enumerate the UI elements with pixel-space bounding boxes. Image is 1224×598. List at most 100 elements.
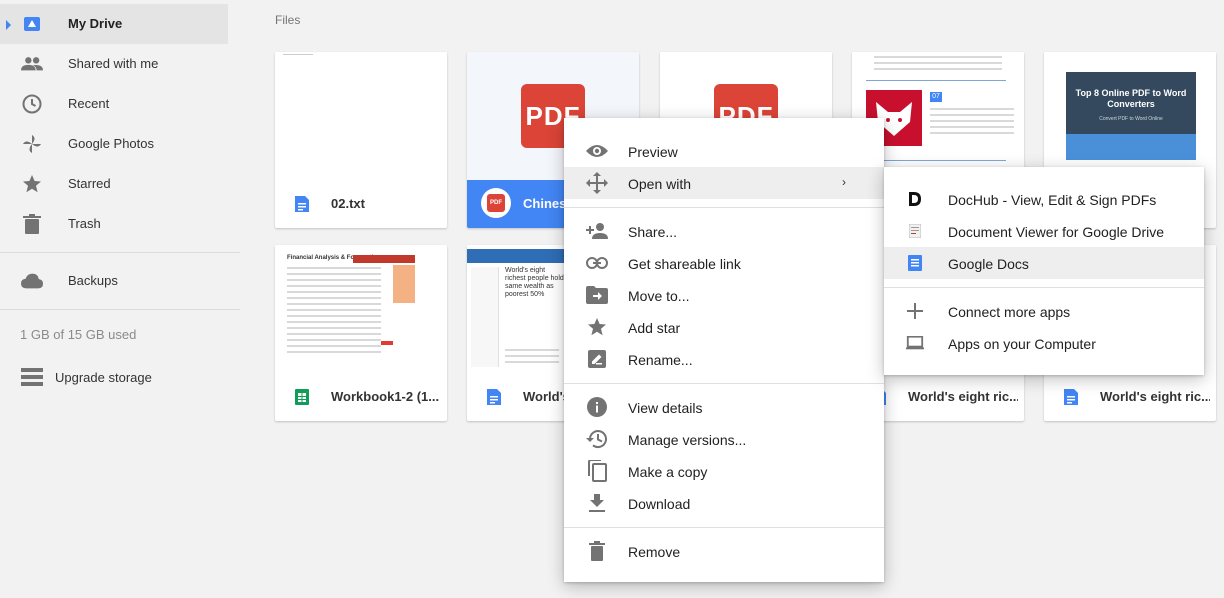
file-thumbnail [275, 52, 447, 180]
file-card[interactable]: Financial Analysis & Forecasting Workboo… [275, 245, 447, 421]
pinwheel-icon [21, 133, 43, 155]
menu-divider [564, 207, 884, 208]
sidebar-item-label: Google Photos [68, 136, 155, 151]
file-name: 02.txt [331, 196, 365, 211]
link-icon [586, 252, 608, 274]
menu-item-label: View details [628, 400, 703, 416]
submenu-item-document-viewer[interactable]: Document Viewer for Google Drive [884, 215, 1204, 247]
dochub-icon [906, 190, 924, 208]
trash-icon [586, 540, 608, 562]
menu-item-label: Open with [628, 176, 692, 192]
submenu-item-apps-on-computer[interactable]: Apps on your Computer [884, 327, 1204, 359]
menu-item-label: Preview [628, 144, 678, 160]
section-title: Files [275, 13, 301, 27]
article-headline: World's eight richest people hold same w… [505, 267, 564, 298]
google-docs-icon [487, 389, 503, 405]
document-viewer-icon [906, 222, 924, 240]
google-docs-icon [906, 254, 924, 272]
sidebar-item-backups[interactable]: Backups [0, 261, 228, 301]
laptop-icon [906, 334, 924, 352]
menu-divider [564, 527, 884, 528]
star-icon [21, 173, 43, 195]
submenu-item-label: Document Viewer for Google Drive [948, 224, 1165, 240]
menu-item-preview[interactable]: Preview [564, 135, 884, 167]
cloud-icon [21, 270, 43, 292]
clock-icon [21, 93, 43, 115]
sidebar-item-my-drive[interactable]: My Drive [0, 4, 228, 44]
menu-item-remove[interactable]: Remove [564, 535, 884, 567]
menu-item-label: Rename... [628, 352, 693, 368]
sidebar-item-label: Starred [68, 176, 111, 191]
menu-item-rename[interactable]: Rename... [564, 343, 884, 375]
banner-title: Top 8 Online PDF to Word Converters [1075, 88, 1187, 109]
google-sheets-icon [295, 389, 311, 405]
submenu-item-label: Google Docs [948, 256, 1029, 272]
sidebar-item-label: Backups [68, 273, 118, 288]
sidebar-item-label: My Drive [68, 16, 123, 31]
drive-icon [21, 13, 43, 35]
submenu-item-label: Apps on your Computer [948, 336, 1096, 352]
menu-item-manage-versions[interactable]: Manage versions... [564, 423, 884, 455]
person-add-icon [586, 220, 608, 242]
menu-item-label: Manage versions... [628, 432, 747, 448]
sidebar-item-shared-with-me[interactable]: Shared with me [0, 44, 228, 84]
sidebar-item-starred[interactable]: Starred [0, 164, 228, 204]
menu-item-label: Share... [628, 224, 678, 240]
people-icon [21, 53, 43, 75]
move-arrows-icon [586, 172, 608, 194]
menu-item-add-star[interactable]: Add star [564, 311, 884, 343]
copy-icon [586, 460, 608, 482]
submenu-divider [884, 287, 1204, 288]
file-thumbnail: Financial Analysis & Forecasting [275, 245, 447, 373]
star-icon [586, 316, 608, 338]
sidebar-item-google-photos[interactable]: Google Photos [0, 124, 228, 164]
sidebar-divider [0, 252, 240, 253]
menu-item-share[interactable]: Share... [564, 215, 884, 247]
sidebar: My Drive Shared with me Recent Google Ph… [0, 0, 240, 598]
menu-item-move-to[interactable]: Move to... [564, 279, 884, 311]
folder-move-icon [586, 284, 608, 306]
menu-item-open-with[interactable]: Open with › [564, 167, 884, 199]
menu-item-label: Download [628, 496, 691, 512]
pencil-icon [586, 348, 608, 370]
menu-item-get-shareable-link[interactable]: Get shareable link [564, 247, 884, 279]
file-name: Workbook1-2 (1... [331, 389, 440, 404]
submenu-item-label: DocHub - View, Edit & Sign PDFs [948, 192, 1157, 208]
submenu-item-google-docs[interactable]: Google Docs [884, 247, 1204, 279]
upgrade-storage-label: Upgrade storage [55, 370, 152, 385]
context-menu: Preview Open with › Share... Get shareab… [564, 118, 884, 582]
google-docs-icon [295, 196, 311, 212]
file-name: World's eight ric... [1100, 389, 1210, 404]
sidebar-item-trash[interactable]: Trash [0, 204, 228, 244]
article-banner: Top 8 Online PDF to Word Converters Conv… [1066, 72, 1196, 134]
file-thumbnail: Top 8 Online PDF to Word Converters Conv… [1044, 52, 1216, 180]
upgrade-storage-button[interactable]: Upgrade storage [0, 360, 228, 396]
menu-item-label: Remove [628, 544, 681, 560]
file-name: World's eight ric... [908, 389, 1018, 404]
submenu-item-connect-more-apps[interactable]: Connect more apps [884, 295, 1204, 327]
submenu-arrow-icon: › [842, 175, 846, 189]
menu-item-label: Add star [628, 320, 681, 336]
submenu-item-dochub[interactable]: DocHub - View, Edit & Sign PDFs [884, 183, 1204, 215]
menu-item-view-details[interactable]: View details [564, 391, 884, 423]
open-with-submenu: DocHub - View, Edit & Sign PDFs Document… [884, 167, 1204, 375]
file-card[interactable]: 02.txt [275, 52, 447, 228]
google-docs-icon [1064, 389, 1080, 405]
menu-item-download[interactable]: Download [564, 487, 884, 519]
storage-usage-text: 1 GB of 15 GB used [20, 327, 137, 342]
menu-item-label: Get shareable link [628, 256, 741, 272]
sidebar-item-recent[interactable]: Recent [0, 84, 228, 124]
eye-icon [586, 140, 608, 162]
menu-divider [564, 383, 884, 384]
storage-stack-icon [21, 368, 43, 390]
trash-icon [21, 213, 43, 235]
sidebar-item-label: Shared with me [68, 56, 159, 71]
number-badge: 07 [930, 92, 942, 102]
download-icon [586, 492, 608, 514]
sidebar-item-label: Recent [68, 96, 110, 111]
expand-caret-icon[interactable] [6, 20, 11, 30]
pdf-badge-icon: PDF [481, 188, 511, 218]
banner-subtitle: Convert PDF to Word Online [1099, 116, 1163, 122]
menu-item-make-a-copy[interactable]: Make a copy [564, 455, 884, 487]
plus-icon [906, 302, 924, 320]
